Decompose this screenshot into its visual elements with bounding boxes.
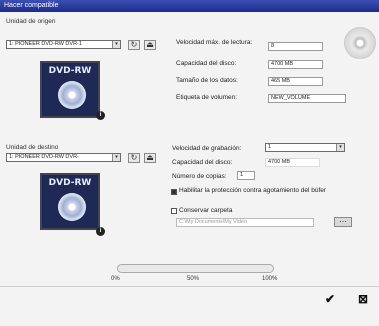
source-speed-field: 8 xyxy=(268,42,323,51)
checkmark-icon[interactable]: ✔ xyxy=(318,292,342,306)
destination-media-label: DVD-RW xyxy=(48,178,92,188)
destination-capacity-label: Capacidad del disco: xyxy=(172,159,233,166)
buffer-protection-checkbox[interactable] xyxy=(171,189,177,195)
window-title: Hacer compatible xyxy=(4,2,59,9)
buffer-protection-label: Habilitar la protección contra agotamien… xyxy=(179,187,327,194)
progress-tick-100: 100% xyxy=(262,276,278,282)
eject-icon[interactable]: ⏏ xyxy=(144,40,156,50)
copies-stepper[interactable]: 1 xyxy=(237,171,255,180)
refresh-icon[interactable]: ↻ xyxy=(128,153,140,163)
source-volume-label: Etiqueta de volumen: xyxy=(176,94,238,101)
progress-tick-0: 0% xyxy=(111,276,120,282)
destination-section-label: Unidad de destino xyxy=(6,144,59,151)
source-speed-label: Velocidad máx. de lectura: xyxy=(176,39,253,46)
progress-bar xyxy=(117,264,274,273)
progress-tick-50: 50% xyxy=(187,276,200,282)
source-data-size-field: 465 MB xyxy=(268,77,323,86)
source-capacity-label: Capacidad del disco: xyxy=(176,60,237,67)
keep-folder-checkbox[interactable] xyxy=(171,208,177,214)
chevron-down-icon: ▾ xyxy=(112,41,120,48)
destination-drive-select[interactable]: 1: PIONEER DVD-RW DVR- ▾ xyxy=(6,153,121,162)
info-icon[interactable]: i xyxy=(96,227,105,236)
source-drive-select[interactable]: 1: PIONEER DVD-RW DVR-1 ▾ xyxy=(6,40,121,49)
destination-capacity-field: 4700 MB xyxy=(265,158,320,167)
folder-path-field[interactable]: C:\My Documents\My Video xyxy=(176,218,314,227)
cancel-icon[interactable]: ⊠ xyxy=(354,292,372,306)
source-data-size-label: Tamaño de los datos: xyxy=(176,77,238,84)
title-bar: Hacer compatible xyxy=(0,0,379,12)
disc-icon xyxy=(58,193,86,221)
destination-media-image: DVD-RW xyxy=(40,173,100,230)
copies-label: Número de copias: xyxy=(172,173,227,180)
source-media-image: DVD-RW xyxy=(40,61,100,118)
source-section-label: Unidad de origen xyxy=(6,18,56,25)
browse-folder-icon[interactable]: ⋯ xyxy=(334,217,352,227)
disc-icon xyxy=(344,27,376,59)
footer-divider xyxy=(0,286,379,287)
keep-folder-label: Conservar carpeta xyxy=(179,207,233,214)
eject-icon[interactable]: ⏏ xyxy=(144,153,156,163)
info-icon[interactable]: i xyxy=(96,111,105,120)
disc-icon xyxy=(58,81,86,109)
source-drive-value: 1: PIONEER DVD-RW DVR-1 xyxy=(9,41,82,47)
refresh-icon[interactable]: ↻ xyxy=(128,40,140,50)
chevron-down-icon: ▾ xyxy=(336,144,344,151)
write-speed-select[interactable]: 1 ▾ xyxy=(265,143,345,152)
source-media-label: DVD-RW xyxy=(48,66,92,76)
destination-drive-value: 1: PIONEER DVD-RW DVR- xyxy=(9,154,79,160)
source-volume-field[interactable]: NEW_VOLUME xyxy=(268,94,346,103)
chevron-down-icon: ▾ xyxy=(112,154,120,161)
write-speed-value: 1 xyxy=(268,144,272,150)
write-speed-label: Velocidad de grabación: xyxy=(172,145,242,152)
source-capacity-field: 4700 MB xyxy=(268,60,323,69)
